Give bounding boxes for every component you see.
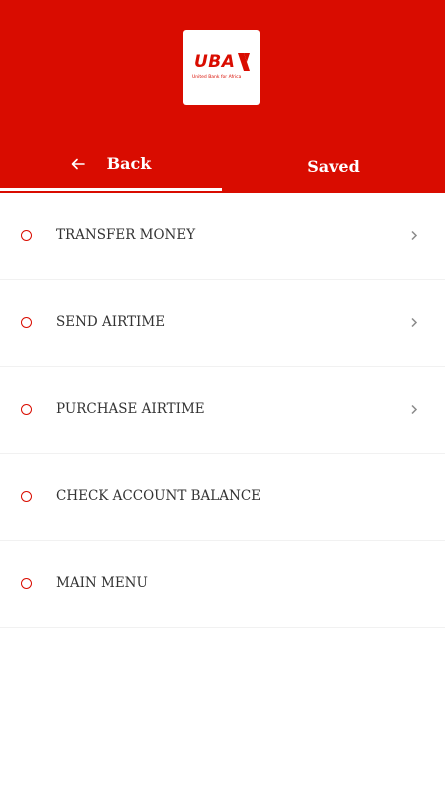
tab-saved-label: Saved <box>307 157 360 176</box>
menu-item-check-account-balance[interactable]: CHECK ACCOUNT BALANCE <box>0 454 445 541</box>
menu-item-label: CHECK ACCOUNT BALANCE <box>56 488 262 504</box>
radio-circle-icon <box>21 404 32 415</box>
tab-back-label: Back <box>106 154 152 173</box>
logo-mark-icon <box>238 53 250 71</box>
menu-item-label: TRANSFER MONEY <box>56 227 196 243</box>
menu-item-send-airtime[interactable]: SEND AIRTIME <box>0 280 445 367</box>
uba-logo: UBA United Bank for Africa <box>183 30 260 105</box>
arrow-left-icon <box>71 158 85 169</box>
menu-item-label: PURCHASE AIRTIME <box>56 401 205 417</box>
radio-circle-icon <box>21 578 32 589</box>
tab-back[interactable]: Back <box>0 140 222 193</box>
menu-item-label: SEND AIRTIME <box>56 314 166 330</box>
menu-item-main-menu[interactable]: MAIN MENU <box>0 541 445 628</box>
active-tab-indicator <box>0 188 222 191</box>
radio-circle-icon <box>21 491 32 502</box>
ussd-menu-list: TRANSFER MONEY SEND AIRTIME PURCHASE AIR… <box>0 193 445 628</box>
menu-item-purchase-airtime[interactable]: PURCHASE AIRTIME <box>0 367 445 454</box>
radio-circle-icon <box>21 317 32 328</box>
chevron-right-icon <box>411 404 418 415</box>
logo-tagline: United Bank for Africa <box>192 75 242 80</box>
chevron-right-icon <box>411 317 418 328</box>
menu-item-label: MAIN MENU <box>56 575 148 591</box>
app-header: UBA United Bank for Africa Back Saved <box>0 0 445 193</box>
radio-circle-icon <box>21 230 32 241</box>
tab-saved[interactable]: Saved <box>222 140 445 193</box>
logo-wordmark: UBA <box>194 52 236 72</box>
menu-item-transfer-money[interactable]: TRANSFER MONEY <box>0 193 445 280</box>
chevron-right-icon <box>411 230 418 241</box>
